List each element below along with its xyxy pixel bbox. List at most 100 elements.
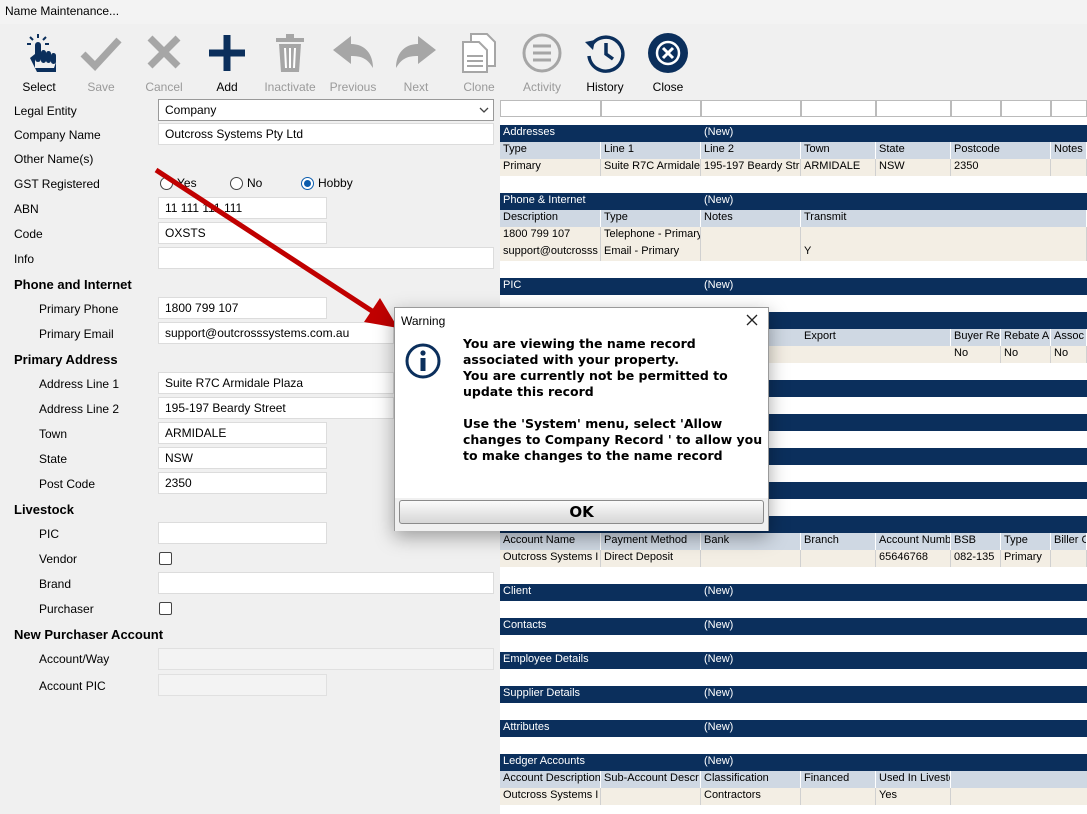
grid-col-header[interactable] — [801, 100, 876, 117]
primary-email-label: Primary Email — [39, 327, 114, 341]
list-circle-icon — [522, 33, 562, 73]
new-purchaser-section-heading: New Purchaser Account — [14, 627, 164, 642]
activity-button[interactable]: Activity — [511, 30, 573, 94]
purchaser-label: Purchaser — [39, 602, 94, 616]
add-button[interactable]: Add — [196, 30, 258, 94]
next-button[interactable]: Next — [385, 30, 447, 94]
pointer-hand-icon — [27, 34, 56, 72]
vendor-label: Vendor — [39, 552, 78, 566]
info-input[interactable] — [158, 247, 494, 269]
addresses-section-row[interactable]: Addresses (New) — [500, 125, 1087, 142]
address-line1-label: Address Line 1 — [39, 377, 120, 391]
grid-col-header[interactable] — [601, 100, 701, 117]
arrow-left-icon — [333, 36, 373, 68]
cancel-button[interactable]: Cancel — [133, 30, 195, 94]
employee-section-row[interactable]: Employee Details (New) — [500, 652, 1087, 669]
code-label: Code — [14, 227, 43, 241]
grid-col-header[interactable] — [1001, 100, 1051, 117]
new-attribute-link[interactable]: (New) — [701, 720, 801, 737]
table-row[interactable]: Outcross Systems I Contractors Yes — [500, 788, 1087, 805]
new-address-link[interactable]: (New) — [701, 125, 801, 142]
save-button[interactable]: Save — [70, 30, 132, 94]
gst-yes-radio[interactable]: Yes — [160, 176, 197, 190]
purchaser-checkbox[interactable] — [159, 602, 172, 615]
table-row[interactable]: 1800 799 107 Telephone - Primary — [500, 227, 1087, 244]
close-button[interactable]: Close — [637, 30, 699, 94]
account-way-label: Account/Way — [39, 652, 110, 666]
town-input[interactable]: ARMIDALE — [158, 422, 327, 444]
gst-registered-label: GST Registered — [14, 177, 100, 191]
address-section-heading: Primary Address — [14, 352, 118, 367]
gst-hobby-radio[interactable]: Hobby — [301, 176, 353, 190]
checkmark-icon — [80, 37, 122, 72]
ledger-section-row[interactable]: Ledger Accounts (New) — [500, 754, 1087, 771]
code-input[interactable]: OXSTS — [158, 222, 327, 244]
new-employee-link[interactable]: (New) — [701, 652, 801, 669]
account-way-input[interactable] — [158, 648, 494, 670]
new-phone-link[interactable]: (New) — [701, 193, 801, 210]
grid-col-header[interactable] — [701, 100, 801, 117]
state-input[interactable]: NSW — [158, 447, 327, 469]
new-client-link[interactable]: (New) — [701, 584, 801, 601]
new-pic-link[interactable]: (New) — [701, 278, 801, 295]
dialog-message: You are viewing the name record associat… — [463, 336, 763, 463]
ledger-columns-row: Account Description Sub-Account Descr Cl… — [500, 771, 1087, 788]
contacts-section-row[interactable]: Contacts (New) — [500, 618, 1087, 635]
client-section-row[interactable]: Client (New) — [500, 584, 1087, 601]
brand-input[interactable] — [158, 572, 494, 594]
table-row[interactable]: Outcross Systems I Direct Deposit 656467… — [500, 550, 1087, 567]
abn-label: ABN — [14, 202, 39, 216]
inactivate-button[interactable]: Inactivate — [259, 30, 321, 94]
address-line2-input[interactable]: 195-197 Beardy Street — [158, 397, 394, 419]
history-clock-icon — [585, 35, 625, 73]
pic-input[interactable] — [158, 522, 327, 544]
grid-col-header[interactable] — [876, 100, 951, 117]
vendor-checkbox[interactable] — [159, 552, 172, 565]
legal-entity-select[interactable]: Company — [158, 99, 494, 121]
new-ledger-link[interactable]: (New) — [701, 754, 801, 771]
window-title: Name Maintenance... — [0, 0, 1087, 24]
state-label: State — [39, 452, 68, 466]
company-name-input[interactable]: Outcross Systems Pty Ltd — [158, 123, 494, 145]
table-row — [500, 737, 1087, 754]
brand-label: Brand — [39, 577, 72, 591]
attributes-section-row[interactable]: Attributes (New) — [500, 720, 1087, 737]
table-row — [500, 635, 1087, 652]
arrow-right-icon — [396, 36, 436, 68]
supplier-section-row[interactable]: Supplier Details (New) — [500, 686, 1087, 703]
clone-button[interactable]: Clone — [448, 30, 510, 94]
company-name-label: Company Name — [14, 128, 101, 142]
history-button[interactable]: History — [574, 30, 636, 94]
new-contact-link[interactable]: (New) — [701, 618, 801, 635]
chevron-down-icon — [479, 107, 489, 113]
address-line1-input[interactable]: Suite R7C Armidale Plaza — [158, 372, 394, 394]
grid-col-header[interactable] — [1051, 100, 1087, 117]
radio-circle — [160, 176, 173, 190]
dialog-title: Warning — [401, 314, 446, 328]
dialog-close-button[interactable] — [744, 310, 760, 330]
postcode-input[interactable]: 2350 — [158, 472, 327, 494]
gst-no-radio[interactable]: No — [230, 176, 262, 190]
abn-input[interactable]: 11 111 111 111 — [158, 197, 327, 219]
town-label: Town — [39, 427, 68, 441]
table-row[interactable]: support@outcrosss Email - Primary Y — [500, 244, 1087, 261]
primary-phone-input[interactable]: 1800 799 107 — [158, 297, 327, 319]
info-label: Info — [14, 252, 35, 266]
pic-section-row[interactable]: PIC (New) — [500, 278, 1087, 295]
plus-icon — [209, 35, 245, 71]
table-row[interactable]: Primary Suite R7C Armidale 195-197 Beard… — [500, 159, 1087, 176]
select-button[interactable]: Select — [8, 30, 70, 94]
close-icon — [746, 314, 758, 326]
new-supplier-link[interactable]: (New) — [701, 686, 801, 703]
primary-email-input[interactable]: support@outcrosssystems.com.au — [158, 322, 394, 344]
phone-section-row[interactable]: Phone & Internet (New) — [500, 193, 1087, 210]
table-row — [500, 567, 1087, 584]
grid-col-header[interactable] — [500, 100, 601, 117]
radio-circle-selected — [301, 176, 314, 190]
ok-button[interactable]: OK — [399, 500, 764, 524]
account-pic-input[interactable] — [158, 674, 327, 696]
previous-button[interactable]: Previous — [322, 30, 384, 94]
grid-col-header[interactable] — [951, 100, 1001, 117]
livestock-section-heading: Livestock — [14, 502, 74, 517]
table-row — [500, 176, 1087, 193]
